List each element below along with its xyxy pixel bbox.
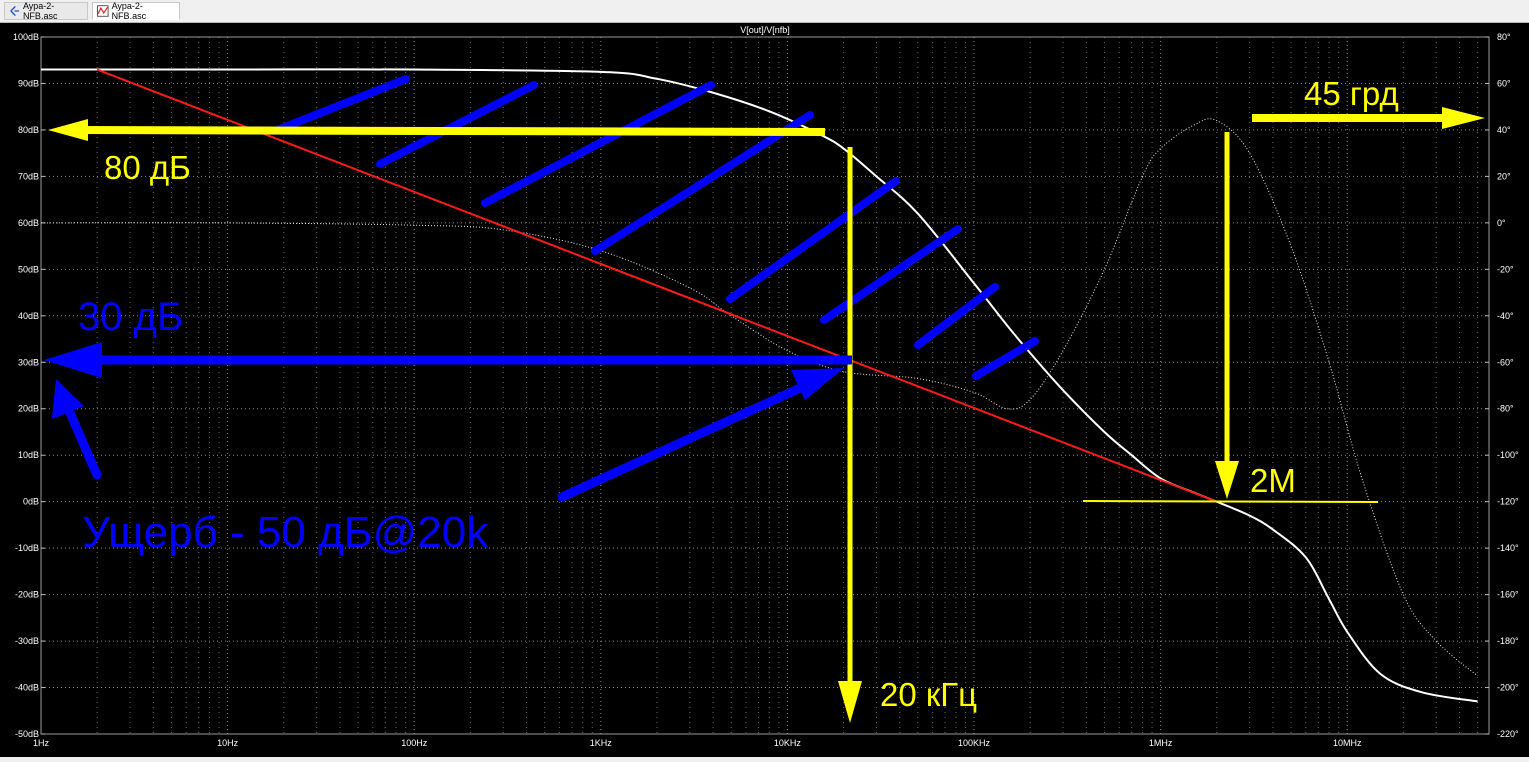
y-tick-label-left: 100dB [13,32,39,42]
gain-30-label: 30 дБ [78,295,183,339]
tab-label: Aypa-2-NFB.asc [22,1,58,21]
y-axis-left: 100dB 90dB 80dB 70dB 60dB 50dB 40dB 30dB 20dB 10d… [13,32,45,739]
chart-title: V[out]/V[nfb] [740,25,790,35]
y-tick-label-right: -120° [1497,497,1519,507]
y-tick-label-left: -40dB [15,683,39,693]
y-tick-label-left: 30dB [18,357,39,367]
freq-2m-label: 2M [1250,462,1296,499]
y-tick-label-right: -40° [1497,311,1514,321]
tab-schematic[interactable]: Aypa-2-NFB.asc [4,1,88,21]
y-tick-label-right: 60° [1497,78,1511,88]
phase-curve [40,118,1478,677]
x-tick-label: 10KHz [774,738,802,748]
x-tick-label: 1Hz [33,738,50,748]
loss-target-arrowhead [791,368,844,400]
tab-bar: Aypa-2-NFB.asc Aypa-2-NFB.asc [0,0,1529,23]
hatch-line [820,225,962,324]
y-tick-label-right: 40° [1497,125,1511,135]
hatch-line [271,75,410,135]
loss-pointer-arrow-shaft [63,403,102,480]
y-tick-label-right: -20° [1497,264,1514,274]
y-tick-label-left: 0dB [23,497,39,507]
hatch-line [481,81,715,207]
y-tick-label-right: -60° [1497,357,1514,367]
phase-45-arrowhead [1442,107,1485,129]
x-tick-label: 10MHz [1333,738,1362,748]
y-tick-label-right: -180° [1497,636,1519,646]
y-tick-label-left: 90dB [18,78,39,88]
gain-30-arrowhead [44,342,102,378]
freq-20k-label: 20 кГц [880,676,977,713]
y-tick-label-left: 50dB [18,264,39,274]
waveform-viewer[interactable]: V[out]/V[nfb] 100dB 90dB 80dB 70dB 60dB 50dB 4… [0,23,1529,757]
x-tick-label: 10Hz [217,738,239,748]
hatch-line [726,177,900,303]
hatch-line [376,81,538,168]
schematic-icon [10,5,20,17]
x-tick-label: 1KHz [590,738,613,748]
gain-80-label: 80 дБ [104,149,191,186]
y-tick-label-left: 70dB [18,171,39,181]
waveform-icon [97,5,109,17]
y-tick-label-left: -30dB [15,636,39,646]
zero-db-line [1082,500,1379,503]
x-axis: 1Hz 10Hz 100Hz 1KHz 10KHz 100KHz 1MHz 10MHz [33,738,1362,748]
y-tick-label-right: 20° [1497,171,1511,181]
tab-waveform[interactable]: Aypa-2-NFB.asc [92,1,180,21]
y-tick-label-right: -100° [1497,450,1519,460]
y-tick-label-right: 0° [1497,218,1506,228]
loss-label: Ущерб - 50 дБ@20k [82,508,489,557]
y-tick-label-left: 40dB [18,311,39,321]
y-axis-right: 80° 60° 40° 20° 0° -20° -40° -60° -80° -100° -120°… [1485,32,1519,739]
y-tick-label-left: 80dB [18,125,39,135]
bode-plot[interactable]: V[out]/V[nfb] 100dB 90dB 80dB 70dB 60dB 50dB 4… [0,23,1529,757]
gain-80-arrow-shaft [64,126,826,136]
hatch-line [972,337,1039,380]
x-tick-label: 1MHz [1149,738,1173,748]
y-tick-label-right: 80° [1497,32,1511,42]
y-tick-label-left: -20dB [15,590,39,600]
y-tick-label-left: 10dB [18,450,39,460]
tab-label: Aypa-2-NFB.asc [111,1,147,21]
loss-target-arrow-shaft [557,383,805,502]
x-tick-label: 100KHz [958,738,991,748]
phase-45-label: 45 грд [1304,75,1399,112]
y-tick-label-right: -80° [1497,404,1514,414]
annotation-layer: 80 дБ 45 грд 30 дБ 20 кГц 2M Ущерб - 50 … [44,75,1485,723]
gain-80-arrowhead [48,119,88,141]
freq-20k-arrowhead [838,681,862,723]
magnitude-curve [41,68,1478,703]
hatch-strokes [271,75,1039,380]
y-tick-label-left: 60dB [18,218,39,228]
y-tick-label-right: -160° [1497,590,1519,600]
series-layer [40,68,1478,703]
x-tick-label: 100Hz [401,738,428,748]
y-tick-label-left: 20dB [18,404,39,414]
freq-2m-arrowhead [1215,461,1239,499]
y-tick-label-right: -140° [1497,543,1519,553]
y-tick-label-left: -10dB [15,543,39,553]
y-tick-label-right: -200° [1497,683,1519,693]
y-tick-label-right: -220° [1497,729,1519,739]
